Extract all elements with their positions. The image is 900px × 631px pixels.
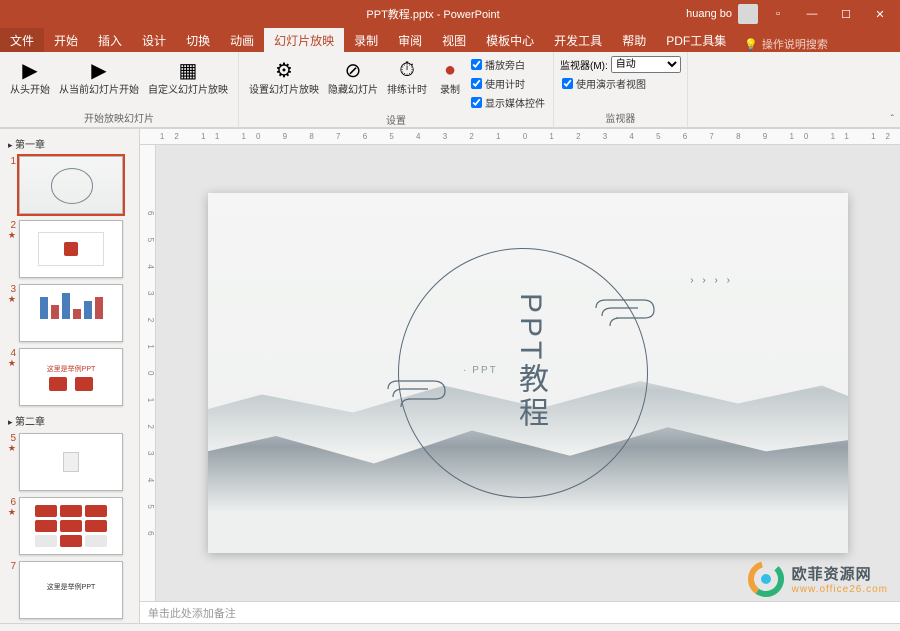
tab-home[interactable]: 开始 [44, 28, 88, 52]
from-beginning-button[interactable]: ▶ 从头开始 [6, 54, 54, 109]
slide-subtitle[interactable]: PPT [463, 365, 498, 376]
workspace: 第一章 1 2★ 3★ 4★ 这里是举例PPT 第二章 5★ 6★ 7 这里是举… [0, 128, 900, 623]
ribbon: ▶ 从头开始 ▶ 从当前幻灯片开始 ▦ 自定义幻灯片放映 开始放映幻灯片 ⚙ 设… [0, 52, 900, 128]
tab-file[interactable]: 文件 [0, 28, 44, 52]
animation-star-icon: ★ [8, 231, 16, 239]
group-label-setup: 设置 [245, 111, 547, 129]
slide-thumbnails-panel[interactable]: 第一章 1 2★ 3★ 4★ 这里是举例PPT 第二章 5★ 6★ 7 这里是举… [0, 129, 140, 623]
projector-current-icon: ▶ [85, 56, 113, 84]
notes-pane[interactable]: 单击此处添加备注 [140, 601, 900, 623]
monitor-label: 监视器(M): [560, 57, 608, 72]
slide-thumbnail-1[interactable] [19, 156, 123, 214]
title-bar: PPT教程.pptx - PowerPoint huang bo ▫ — ☐ ✕ [0, 0, 900, 28]
main-editor: 12 11 10 9 8 7 6 5 4 3 2 1 0 1 2 3 4 5 6… [140, 129, 900, 623]
user-name: huang bo [686, 8, 732, 20]
user-avatar-icon[interactable] [738, 4, 758, 24]
slide-title[interactable]: PPT教程 [508, 293, 552, 431]
vertical-ruler: 6 5 4 3 2 1 0 1 2 3 4 5 6 [140, 145, 156, 601]
ribbon-group-setup: ⚙ 设置幻灯片放映 ⊘ 隐藏幻灯片 ⏱ 排练计时 ● 录制 播放旁白 使用计时 … [239, 52, 554, 127]
slide-thumbnail-6[interactable] [19, 497, 123, 555]
document-title: PPT教程.pptx - PowerPoint [180, 6, 686, 22]
tab-record[interactable]: 录制 [344, 28, 388, 52]
tab-help[interactable]: 帮助 [612, 28, 656, 52]
setup-slideshow-button[interactable]: ⚙ 设置幻灯片放映 [245, 54, 323, 111]
maximize-button[interactable]: ☐ [832, 0, 860, 28]
tell-me-search[interactable]: 💡 操作说明搜索 [744, 36, 828, 52]
tab-design[interactable]: 设计 [132, 28, 176, 52]
minimize-button[interactable]: — [798, 0, 826, 28]
tab-transitions[interactable]: 切换 [176, 28, 220, 52]
use-timings-checkbox[interactable]: 使用计时 [469, 75, 547, 92]
slide-thumbnail-2[interactable] [19, 220, 123, 278]
hide-slide-button[interactable]: ⊘ 隐藏幻灯片 [324, 54, 382, 111]
tab-developer[interactable]: 开发工具 [544, 28, 612, 52]
tab-animations[interactable]: 动画 [220, 28, 264, 52]
setup-icon: ⚙ [270, 56, 298, 84]
show-media-controls-checkbox[interactable]: 显示媒体控件 [469, 94, 547, 111]
slide-canvas-area[interactable]: › › › › PPT教程 PPT [156, 145, 900, 601]
custom-slideshow-button[interactable]: ▦ 自定义幻灯片放映 [144, 54, 232, 109]
slide-thumbnail-5[interactable] [19, 433, 123, 491]
ribbon-tabs: 文件 开始 插入 设计 切换 动画 幻灯片放映 录制 审阅 视图 模板中心 开发… [0, 28, 900, 52]
group-label-start: 开始放映幻灯片 [6, 109, 232, 127]
thumb-number: 1 [6, 156, 16, 167]
use-presenter-view-checkbox[interactable]: 使用演示者视图 [560, 75, 681, 92]
birds-icon: › › › › [690, 275, 733, 286]
horizontal-ruler: 12 11 10 9 8 7 6 5 4 3 2 1 0 1 2 3 4 5 6… [140, 129, 900, 145]
status-bar [0, 623, 900, 631]
ribbon-group-monitor: 监视器(M): 自动 使用演示者视图 监视器 [554, 52, 688, 127]
record-button[interactable]: ● 录制 [432, 54, 468, 111]
tab-pdf-tools[interactable]: PDF工具集 [656, 28, 736, 52]
ribbon-group-start-slideshow: ▶ 从头开始 ▶ 从当前幻灯片开始 ▦ 自定义幻灯片放映 开始放映幻灯片 [0, 52, 239, 127]
tab-slideshow[interactable]: 幻灯片放映 [264, 28, 344, 52]
rehearse-icon: ⏱ [393, 56, 421, 84]
hide-slide-icon: ⊘ [339, 56, 367, 84]
slide[interactable]: › › › › PPT教程 PPT [208, 193, 848, 553]
play-narration-checkbox[interactable]: 播放旁白 [469, 56, 547, 73]
slide-thumbnail-7[interactable]: 这里是举例PPT [19, 561, 123, 619]
tab-templates[interactable]: 模板中心 [476, 28, 544, 52]
ribbon-options-icon[interactable]: ▫ [764, 0, 792, 28]
cloud-decoration-left [383, 377, 453, 418]
collapse-ribbon-button[interactable]: ˆ [891, 114, 894, 125]
rehearse-timing-button[interactable]: ⏱ 排练计时 [383, 54, 431, 111]
tab-review[interactable]: 审阅 [388, 28, 432, 52]
slide-thumbnail-3[interactable] [19, 284, 123, 342]
tab-view[interactable]: 视图 [432, 28, 476, 52]
from-current-button[interactable]: ▶ 从当前幻灯片开始 [55, 54, 143, 109]
tab-insert[interactable]: 插入 [88, 28, 132, 52]
custom-show-icon: ▦ [174, 56, 202, 84]
section-header-2[interactable]: 第二章 [2, 410, 137, 431]
record-icon: ● [436, 56, 464, 84]
monitor-select[interactable]: 自动 [611, 56, 681, 73]
slide-thumbnail-4[interactable]: 这里是举例PPT [19, 348, 123, 406]
projector-icon: ▶ [16, 56, 44, 84]
close-button[interactable]: ✕ [866, 0, 894, 28]
section-header-1[interactable]: 第一章 [2, 133, 137, 154]
group-label-monitor: 监视器 [560, 109, 681, 127]
cloud-decoration-right [588, 298, 658, 339]
lightbulb-icon: 💡 [744, 38, 758, 51]
